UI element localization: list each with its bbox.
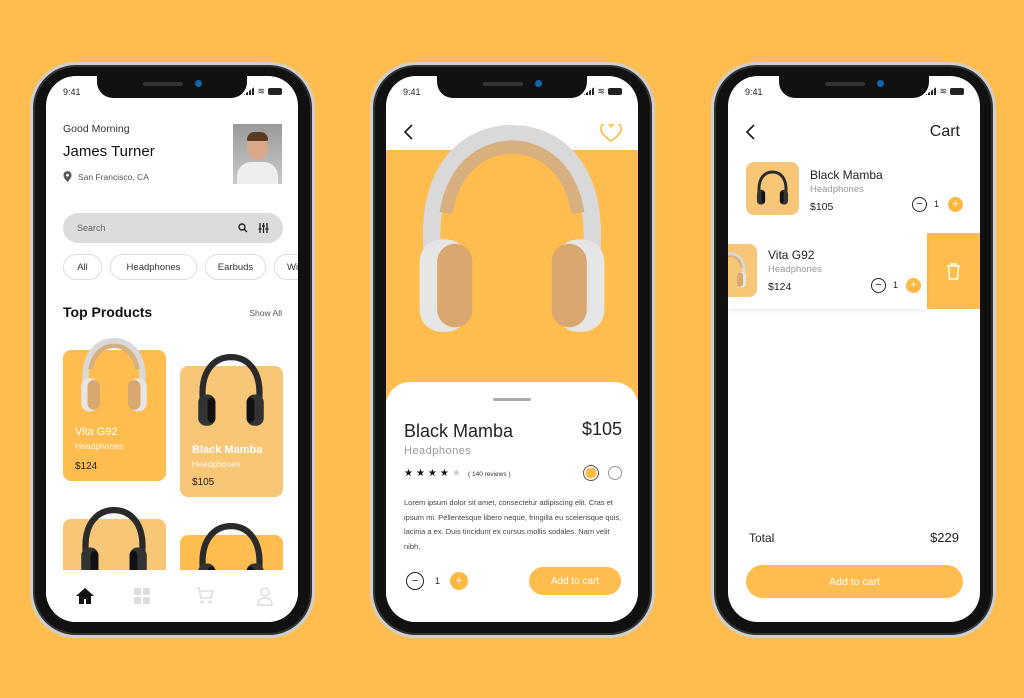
item-name: Vita G92 xyxy=(768,248,815,262)
signal-icon xyxy=(925,87,937,95)
status-icons: ≋ xyxy=(925,86,964,96)
product-card[interactable]: Black Mamba Headphones $105 xyxy=(180,366,283,497)
product-card[interactable]: Vita G92 Headphones $124 xyxy=(63,350,166,481)
cart-icon[interactable] xyxy=(195,586,215,606)
product-image xyxy=(75,336,153,418)
product-image xyxy=(192,352,270,434)
notch xyxy=(97,76,247,98)
section-title: Top Products xyxy=(63,304,153,320)
star-rating: ★★★★★ xyxy=(404,468,464,479)
item-category: Headphones xyxy=(768,264,822,275)
product-price: $105 xyxy=(192,477,215,488)
product-name: Black Mamba xyxy=(192,444,263,456)
product-name: Black Mamba xyxy=(404,421,514,441)
status-icons: ≋ xyxy=(583,86,622,96)
product-price: $124 xyxy=(75,461,98,472)
status-icons: ≋ xyxy=(243,86,282,96)
notch xyxy=(437,76,587,98)
back-icon[interactable] xyxy=(745,124,757,140)
item-price: $124 xyxy=(768,281,792,293)
location-text: San Francisco, CA xyxy=(78,171,149,182)
avatar[interactable] xyxy=(233,124,282,184)
wifi-icon: ≋ xyxy=(939,86,947,96)
star-icon: ★★★★ xyxy=(404,468,452,479)
detail-screen: 9:41 ≋ Black Mamba $105 Headphones ★★★★★… xyxy=(386,76,638,622)
item-name: Black Mamba xyxy=(810,168,883,182)
item-thumbnail xyxy=(728,244,757,297)
status-time: 9:41 xyxy=(745,87,763,97)
status-time: 9:41 xyxy=(403,87,421,97)
decrease-quantity-button[interactable]: − xyxy=(912,197,927,212)
chip-headphones[interactable]: Headphones xyxy=(110,254,197,280)
product-image xyxy=(754,169,791,209)
battery-icon xyxy=(950,87,964,95)
wifi-icon: ≋ xyxy=(597,86,605,96)
home-screen: 9:41 ≋ Good Morning James Turner San Fra… xyxy=(46,76,298,622)
review-count: ( 140 reviews ) xyxy=(468,471,511,478)
location-pin-icon xyxy=(63,171,72,182)
product-category: Headphones xyxy=(75,441,124,451)
home-icon[interactable] xyxy=(75,586,95,606)
product-price: $105 xyxy=(581,419,622,439)
increase-quantity-button[interactable]: + xyxy=(450,572,468,590)
item-thumbnail xyxy=(746,162,799,215)
chip-wireless[interactable]: Wi xyxy=(274,254,298,280)
battery-icon xyxy=(608,87,622,95)
product-description: Lorem ipsum dolor sit amet, consectetur … xyxy=(404,498,622,551)
chip-earbuds[interactable]: Earbuds xyxy=(205,254,266,280)
product-category: Headphones xyxy=(192,459,241,469)
signal-icon xyxy=(583,87,595,95)
user-icon[interactable] xyxy=(255,586,275,606)
product-name: Vita G92 xyxy=(75,426,118,438)
page-title: Cart xyxy=(929,123,960,140)
add-to-cart-button[interactable]: Add to cart xyxy=(529,567,621,595)
increase-quantity-button[interactable]: + xyxy=(906,278,921,293)
cart-screen: 9:41 ≋ Cart Black Mamba Headphones $105 … xyxy=(728,76,980,622)
star-empty-icon: ★ xyxy=(451,468,464,479)
increase-quantity-button[interactable]: + xyxy=(948,197,963,212)
search-input[interactable]: Search xyxy=(77,223,238,233)
search-icon[interactable] xyxy=(238,223,248,233)
decrease-quantity-button[interactable]: − xyxy=(871,278,886,293)
decrease-quantity-button[interactable]: − xyxy=(406,572,424,590)
add-to-cart-button[interactable]: Add to cart xyxy=(746,565,963,598)
sheet-handle[interactable] xyxy=(493,398,531,401)
quantity-value: 1 xyxy=(435,576,441,586)
cart-item-swiped[interactable]: Vita G92 Headphones $124 − 1 + xyxy=(728,233,927,309)
filter-icon[interactable] xyxy=(258,223,269,233)
quantity-value: 1 xyxy=(893,280,899,290)
grid-icon[interactable] xyxy=(132,586,152,606)
color-option[interactable] xyxy=(608,466,622,480)
product-image xyxy=(728,251,749,291)
notch xyxy=(779,76,929,98)
product-hero-image xyxy=(402,122,622,348)
user-name: James Turner xyxy=(63,143,155,160)
item-price: $105 xyxy=(810,201,834,213)
status-time: 9:41 xyxy=(63,87,81,97)
battery-icon xyxy=(268,87,282,95)
show-all-link[interactable]: Show All xyxy=(249,308,282,318)
item-category: Headphones xyxy=(810,184,864,195)
wifi-icon: ≋ xyxy=(257,86,265,96)
location: San Francisco, CA xyxy=(63,171,149,182)
delete-item-button[interactable] xyxy=(927,233,980,309)
cart-item[interactable]: Black Mamba Headphones $105 − 1 + xyxy=(728,156,980,222)
signal-icon xyxy=(243,87,255,95)
greeting: Good Morning xyxy=(63,123,130,135)
total-value: $229 xyxy=(930,530,959,545)
color-option-selected[interactable] xyxy=(583,465,599,481)
trash-icon xyxy=(947,262,960,280)
search-bar[interactable]: Search xyxy=(63,213,283,243)
total-label: Total xyxy=(749,531,775,545)
quantity-value: 1 xyxy=(934,199,940,209)
product-category: Headphones xyxy=(404,445,472,457)
chip-all[interactable]: All xyxy=(63,254,102,280)
